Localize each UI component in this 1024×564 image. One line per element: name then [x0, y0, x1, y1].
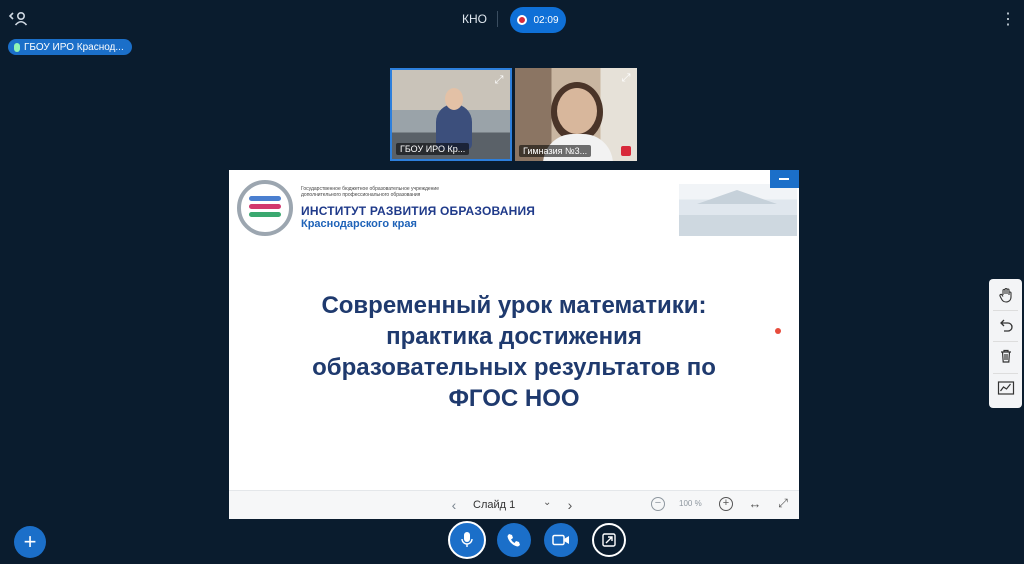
- institution-region: Краснодарского края: [301, 218, 417, 230]
- next-slide-button[interactable]: ›: [563, 497, 577, 513]
- record-icon: [517, 15, 528, 25]
- whiteboard-toolbar: [989, 279, 1022, 408]
- presenter-chip[interactable]: ГБОУ ИРО Краснод...: [8, 39, 132, 55]
- institution-name: ИНСТИТУТ РАЗВИТИЯ ОБРАЗОВАНИЯ: [301, 204, 536, 218]
- recording-button[interactable]: 02:09: [510, 7, 566, 33]
- minimize-presentation-button[interactable]: [770, 170, 799, 188]
- expand-icon[interactable]: ⤢: [619, 71, 633, 85]
- slide-title-line: Современный урок математики:: [321, 292, 707, 319]
- chevron-down-icon[interactable]: ⌄: [543, 497, 553, 508]
- participant-video: [445, 88, 463, 110]
- video-tile[interactable]: ГБОУ ИРО Кр... ⤢: [390, 68, 512, 161]
- fullscreen-icon[interactable]: ⤢: [775, 496, 791, 511]
- muted-icon: [621, 146, 631, 156]
- slide-toolbar: ‹ Слайд 1 ⌄ › − 100 % + ↔ ⤢: [229, 490, 799, 519]
- institution-subtitle-line: дополнительного профессионального образо…: [301, 192, 421, 198]
- presenter-name: ГБОУ ИРО Краснод...: [24, 41, 124, 53]
- minimize-icon: [779, 178, 789, 180]
- users-icon[interactable]: [8, 8, 30, 30]
- screen-share-button[interactable]: [592, 523, 626, 557]
- slide-title-line: практика достижения: [386, 323, 642, 350]
- previous-slide-button[interactable]: ‹: [447, 497, 461, 513]
- microphone-icon: [14, 42, 20, 52]
- institute-logo: [237, 180, 293, 236]
- hand-icon[interactable]: [993, 282, 1018, 307]
- microphone-icon: [461, 532, 473, 547]
- tool-divider: [993, 310, 1018, 311]
- expand-icon[interactable]: ⤢: [492, 73, 506, 87]
- trash-icon[interactable]: [993, 343, 1018, 368]
- video-tile-name: ГБОУ ИРО Кр...: [396, 143, 470, 155]
- tool-divider: [993, 341, 1018, 342]
- participant-video: [557, 88, 597, 134]
- logo-stripe: [249, 196, 281, 201]
- zoom-level: 100 %: [679, 499, 702, 508]
- leave-audio-button[interactable]: [497, 523, 531, 557]
- kebab-menu-icon[interactable]: ⋮: [1000, 10, 1016, 30]
- phone-icon: [507, 534, 520, 547]
- slide-title-line: ФГОС НОО: [448, 385, 580, 412]
- screen-share-icon: [602, 533, 616, 547]
- zoom-in-button[interactable]: +: [719, 497, 733, 511]
- divider: [497, 11, 498, 27]
- building-roof: [697, 190, 777, 204]
- recording-time: 02:09: [533, 14, 559, 26]
- video-tile-name: Гимназия №3...: [519, 145, 592, 157]
- zoom-out-button[interactable]: −: [651, 497, 665, 511]
- actions-plus-button[interactable]: +: [14, 526, 46, 558]
- undo-icon[interactable]: [993, 312, 1018, 337]
- session-name: КНО: [462, 12, 487, 26]
- slide-title: Современный урок математики: практика до…: [269, 290, 759, 414]
- microphone-button[interactable]: [448, 521, 486, 559]
- camera-icon: [552, 534, 569, 546]
- camera-button[interactable]: [544, 523, 578, 557]
- institution-subtitle: Государственное бюджетное образовательно…: [301, 186, 521, 198]
- chart-icon[interactable]: [993, 375, 1018, 400]
- video-tile[interactable]: Гимназия №3... ⤢: [515, 68, 637, 161]
- slide-title-line: образовательных результатов по: [312, 354, 716, 381]
- presentation-slide: Государственное бюджетное образовательно…: [229, 170, 799, 519]
- presenter-cursor: [775, 328, 781, 334]
- fit-to-width-icon[interactable]: ↔: [747, 496, 763, 511]
- tool-divider: [993, 373, 1018, 374]
- logo-stripe: [249, 204, 281, 209]
- building-image: [679, 184, 797, 236]
- logo-stripe: [249, 212, 281, 217]
